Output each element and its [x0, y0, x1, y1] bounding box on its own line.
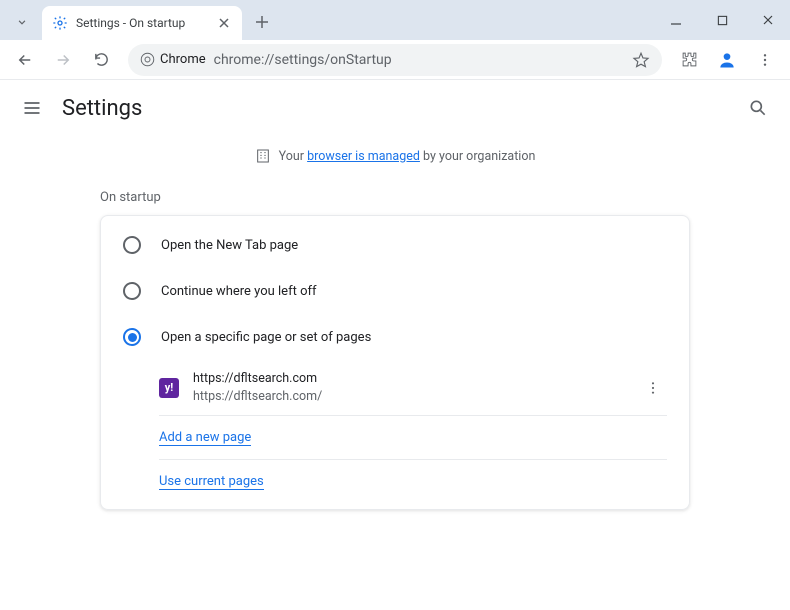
browser-toolbar: Chrome chrome://settings/onStartup: [0, 40, 790, 80]
window-controls: [662, 0, 782, 40]
forward-button[interactable]: [46, 43, 80, 77]
settings-menu-button[interactable]: [20, 96, 44, 120]
star-icon: [632, 51, 650, 69]
bookmark-button[interactable]: [632, 51, 650, 69]
settings-header: Settings: [0, 80, 790, 136]
arrow-right-icon: [54, 51, 72, 69]
add-new-page-row: Add a new page: [159, 416, 667, 460]
extensions-button[interactable]: [672, 43, 706, 77]
on-startup-card: Open the New Tab page Continue where you…: [100, 215, 690, 510]
use-current-pages-row: Use current pages: [159, 460, 667, 503]
minimize-icon: [670, 14, 682, 26]
managed-banner: Your browser is managed by your organiza…: [0, 136, 790, 172]
section-label: On startup: [100, 172, 690, 215]
use-current-pages-link[interactable]: Use current pages: [159, 474, 264, 490]
add-new-page-link[interactable]: Add a new page: [159, 430, 251, 446]
url-text: chrome://settings/onStartup: [214, 52, 392, 68]
site-chip: Chrome: [140, 52, 206, 67]
building-icon: [255, 148, 271, 164]
kebab-icon: [645, 380, 661, 396]
settings-gear-icon: [52, 15, 68, 31]
settings-search-button[interactable]: [746, 96, 770, 120]
search-icon: [748, 98, 768, 118]
kebab-icon: [757, 52, 773, 68]
radio-icon: [123, 236, 141, 254]
radio-new-tab[interactable]: Open the New Tab page: [101, 222, 689, 268]
plus-icon: [255, 15, 269, 29]
back-button[interactable]: [8, 43, 42, 77]
radio-specific-pages[interactable]: Open a specific page or set of pages: [101, 314, 689, 360]
page-url-text: https://dfltsearch.com/: [193, 388, 322, 406]
radio-icon: [123, 282, 141, 300]
close-window-button[interactable]: [754, 6, 782, 34]
managed-link[interactable]: browser is managed: [307, 149, 420, 164]
reload-button[interactable]: [84, 43, 118, 77]
tab-title: Settings - On startup: [76, 16, 208, 30]
page-title-text: https://dfltsearch.com: [193, 370, 322, 388]
page-row-menu-button[interactable]: [643, 376, 667, 400]
chevron-down-icon: [15, 15, 29, 29]
profile-button[interactable]: [710, 43, 744, 77]
puzzle-icon: [681, 51, 698, 68]
chrome-logo-icon: [140, 52, 155, 67]
startup-page-row: y! https://dfltsearch.com https://dfltse…: [159, 360, 667, 416]
radio-label: Open a specific page or set of pages: [161, 330, 371, 345]
new-tab-button[interactable]: [248, 8, 276, 36]
radio-label: Continue where you left off: [161, 284, 317, 299]
minimize-button[interactable]: [662, 6, 690, 34]
hamburger-icon: [22, 98, 42, 118]
reload-icon: [93, 51, 110, 68]
page-title: Settings: [62, 96, 142, 121]
radio-label: Open the New Tab page: [161, 238, 298, 253]
tab-close-button[interactable]: [216, 15, 232, 31]
managed-text: Your browser is managed by your organiza…: [279, 149, 536, 164]
site-favicon: y!: [159, 378, 179, 398]
arrow-left-icon: [16, 51, 34, 69]
person-icon: [717, 50, 737, 70]
maximize-button[interactable]: [708, 6, 736, 34]
close-icon: [762, 14, 774, 26]
settings-content: On startup Open the New Tab page Continu…: [0, 172, 790, 510]
browser-tab[interactable]: Settings - On startup: [42, 6, 242, 40]
radio-continue[interactable]: Continue where you left off: [101, 268, 689, 314]
close-icon: [219, 18, 229, 28]
specific-pages-list: y! https://dfltsearch.com https://dfltse…: [101, 360, 689, 503]
address-bar[interactable]: Chrome chrome://settings/onStartup: [128, 44, 662, 76]
maximize-icon: [717, 15, 728, 26]
site-chip-label: Chrome: [160, 52, 206, 67]
radio-icon-selected: [123, 328, 141, 346]
chrome-menu-button[interactable]: [748, 43, 782, 77]
title-bar: Settings - On startup: [0, 0, 790, 40]
page-text: https://dfltsearch.com https://dfltsearc…: [193, 370, 322, 405]
tab-search-button[interactable]: [8, 8, 36, 36]
